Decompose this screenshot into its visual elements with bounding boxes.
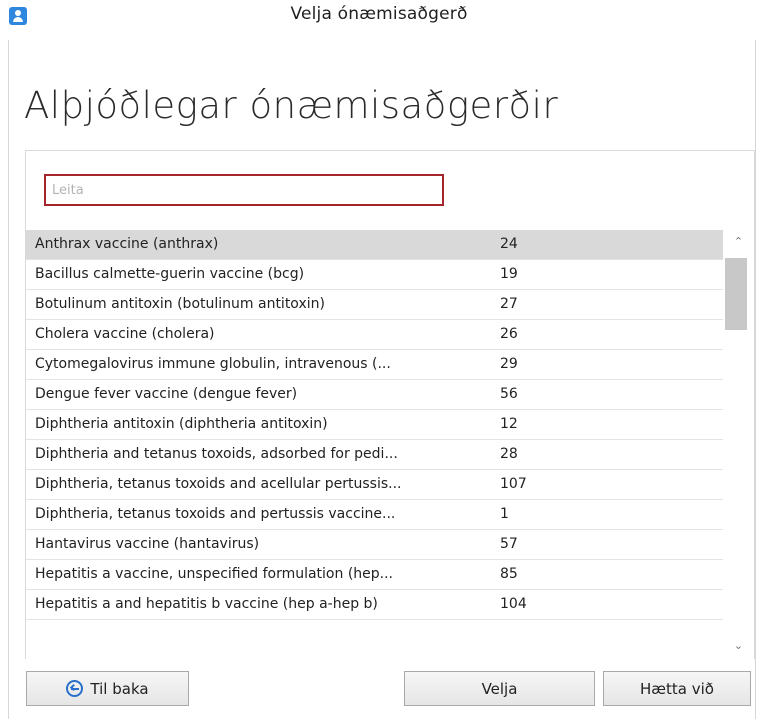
- back-arrow-icon: [66, 680, 84, 697]
- vaccine-count: 57: [500, 536, 518, 552]
- vaccine-name: Hantavirus vaccine (hantavirus): [35, 536, 260, 552]
- list-item[interactable]: Bacillus calmette-guerin vaccine (bcg) 19: [26, 260, 723, 290]
- list-item[interactable]: Anthrax vaccine (anthrax) 24: [26, 230, 723, 260]
- scroll-up-arrow-icon[interactable]: ⌃: [723, 232, 754, 252]
- vaccine-list: Anthrax vaccine (anthrax) 24 Bacillus calm…: [26, 230, 723, 620]
- vaccine-count: 24: [500, 236, 518, 252]
- vaccine-name: Hepatitis a and hepatitis b vaccine (hep…: [35, 596, 378, 612]
- title-bar: Velja ónæmisaðgerð: [0, 0, 758, 40]
- vaccine-name: Bacillus calmette-guerin vaccine (bcg): [35, 266, 305, 282]
- vaccine-count: 28: [500, 446, 518, 462]
- vaccine-name: Diphtheria, tetanus toxoids and pertussi…: [35, 506, 396, 522]
- list-item[interactable]: Cytomegalovirus immune globulin, intrave…: [26, 350, 723, 380]
- search-box[interactable]: [44, 174, 444, 206]
- list-item[interactable]: Hepatitis a and hepatitis b vaccine (hep…: [26, 590, 723, 620]
- vaccine-count: 56: [500, 386, 518, 402]
- window-border-right: [755, 40, 756, 719]
- vaccine-count: 26: [500, 326, 518, 342]
- list-item[interactable]: Botulinum antitoxin (botulinum antitoxin…: [26, 290, 723, 320]
- list-item[interactable]: Diphtheria and tetanus toxoids, adsorbed…: [26, 440, 723, 470]
- vaccine-name: Cytomegalovirus immune globulin, intrave…: [35, 356, 391, 372]
- cancel-button-label: Hætta við: [640, 679, 714, 698]
- cancel-button[interactable]: Hætta við: [603, 671, 751, 706]
- vaccine-name: Hepatitis a vaccine, unspecified formula…: [35, 566, 394, 582]
- vaccine-count: 104: [500, 596, 527, 612]
- page-title: Alþjóðlegar ónæmisaðgerðir: [24, 84, 559, 127]
- vaccine-name: Anthrax vaccine (anthrax): [35, 236, 219, 252]
- window-title: Velja ónæmisaðgerð: [290, 4, 468, 24]
- vaccine-count: 29: [500, 356, 518, 372]
- vaccine-count: 27: [500, 296, 518, 312]
- vaccine-count: 1: [500, 506, 509, 522]
- select-button-label: Velja: [481, 679, 518, 698]
- scrollbar-thumb[interactable]: [725, 258, 747, 330]
- back-button[interactable]: Til baka: [26, 671, 189, 706]
- vaccine-name: Botulinum antitoxin (botulinum antitoxin…: [35, 296, 325, 312]
- vaccine-list-panel: Anthrax vaccine (anthrax) 24 Bacillus calm…: [25, 150, 755, 659]
- vaccine-count: 85: [500, 566, 518, 582]
- back-button-label: Til baka: [90, 679, 149, 698]
- vaccine-count: 19: [500, 266, 518, 282]
- vaccine-name: Diphtheria antitoxin (diphtheria antitox…: [35, 416, 328, 432]
- vaccine-name: Diphtheria, tetanus toxoids and acellula…: [35, 476, 402, 492]
- vaccine-name: Cholera vaccine (cholera): [35, 326, 215, 342]
- vertical-scrollbar[interactable]: ⌃ ⌄: [723, 230, 754, 659]
- select-button[interactable]: Velja: [404, 671, 595, 706]
- list-item[interactable]: Dengue fever vaccine (dengue fever) 56: [26, 380, 723, 410]
- list-item[interactable]: Diphtheria, tetanus toxoids and pertussi…: [26, 500, 723, 530]
- scroll-down-arrow-icon[interactable]: ⌄: [723, 636, 754, 656]
- vaccine-name: Diphtheria and tetanus toxoids, adsorbed…: [35, 446, 398, 462]
- vaccine-count: 12: [500, 416, 518, 432]
- list-item[interactable]: Cholera vaccine (cholera) 26: [26, 320, 723, 350]
- list-item[interactable]: Hepatitis a vaccine, unspecified formula…: [26, 560, 723, 590]
- vaccine-name: Dengue fever vaccine (dengue fever): [35, 386, 298, 402]
- list-item[interactable]: Diphtheria antitoxin (diphtheria antitox…: [26, 410, 723, 440]
- list-item[interactable]: Hantavirus vaccine (hantavirus) 57: [26, 530, 723, 560]
- window-border-left: [8, 40, 9, 719]
- vaccine-count: 107: [500, 476, 527, 492]
- list-item[interactable]: Diphtheria, tetanus toxoids and acellula…: [26, 470, 723, 500]
- search-input[interactable]: [46, 176, 442, 204]
